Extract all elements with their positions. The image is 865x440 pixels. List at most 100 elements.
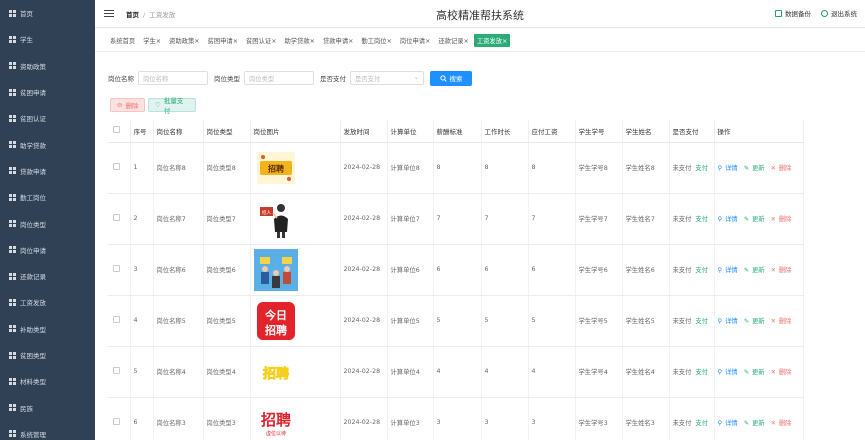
pay-link[interactable]: 支付	[695, 267, 708, 274]
sidebar-item[interactable]: 民族	[0, 394, 95, 420]
power-icon	[821, 9, 828, 17]
detail-button[interactable]: ⚲ 详情	[718, 165, 741, 172]
row-select[interactable]	[108, 193, 131, 245]
pay-link[interactable]: 支付	[695, 369, 708, 376]
delete-row-button[interactable]: ✕ 删除	[771, 369, 795, 376]
sidebar-item[interactable]: 贫困申请	[0, 79, 95, 105]
tag-item[interactable]: 岗位申请×	[397, 34, 433, 47]
sidebar-item[interactable]: 工资发放	[0, 289, 95, 315]
paid-select[interactable]: 是否支付 ⌄	[350, 71, 424, 85]
tag-item[interactable]: 系统首页	[107, 34, 138, 47]
search-button[interactable]: 搜索	[430, 70, 472, 86]
close-icon[interactable]: ×	[464, 38, 469, 45]
delete-row-button[interactable]: ✕ 删除	[771, 216, 795, 223]
tag-item[interactable]: 资助政策×	[166, 34, 202, 47]
checkbox[interactable]	[113, 418, 120, 425]
close-icon[interactable]: ×	[348, 38, 353, 45]
delete-row-button[interactable]: ✕ 删除	[771, 420, 795, 427]
tag-item[interactable]: 勤工岗位×	[358, 34, 394, 47]
tag-item[interactable]: 工资发放×	[473, 34, 511, 47]
close-icon[interactable]: ×	[310, 38, 315, 45]
tag-item[interactable]: 学生×	[140, 34, 164, 47]
close-icon[interactable]: ×	[156, 38, 161, 45]
close-icon[interactable]: ×	[425, 38, 430, 45]
close-icon[interactable]: ×	[502, 38, 507, 45]
tag-item[interactable]: 贫困认证×	[243, 34, 279, 47]
cell-hours: 4	[481, 346, 529, 398]
update-button[interactable]: ✎ 更新	[744, 318, 768, 325]
detail-button[interactable]: ⚲ 详情	[718, 216, 741, 223]
detail-button[interactable]: ⚲ 详情	[718, 420, 741, 427]
update-label: 更新	[752, 165, 765, 172]
checkbox[interactable]	[113, 126, 120, 134]
sidebar-item[interactable]: 岗位申请	[0, 237, 95, 263]
job-image[interactable]: 招聘	[254, 146, 298, 190]
menu-toggle-icon[interactable]	[104, 10, 114, 17]
update-button[interactable]: ✎ 更新	[744, 369, 768, 376]
detail-button[interactable]: ⚲ 详情	[718, 318, 741, 325]
checkbox[interactable]	[113, 265, 120, 272]
job-image[interactable]: 今日 招聘	[254, 299, 298, 343]
sidebar-item[interactable]: 贫困类型	[0, 342, 95, 368]
tag-item[interactable]: 贷款申请×	[320, 34, 356, 47]
update-button[interactable]: ✎ 更新	[744, 165, 768, 172]
edit-icon: ✎	[743, 267, 749, 274]
detail-button[interactable]: ⚲ 详情	[718, 267, 741, 274]
job-type-input[interactable]: 岗位类型	[244, 71, 314, 85]
row-select[interactable]	[108, 346, 131, 398]
checkbox[interactable]	[113, 316, 120, 323]
header-select-all[interactable]	[108, 120, 131, 143]
checkbox[interactable]	[113, 163, 120, 170]
sidebar-item[interactable]: 材料类型	[0, 368, 95, 394]
close-icon[interactable]: ×	[194, 38, 199, 45]
job-image[interactable]	[253, 248, 298, 292]
checkbox[interactable]	[113, 367, 120, 374]
delete-row-button[interactable]: ✕ 删除	[771, 165, 795, 172]
checkbox[interactable]	[113, 214, 120, 221]
sidebar-item[interactable]: 系统管理	[0, 421, 95, 440]
delete-row-button[interactable]: ✕ 删除	[771, 318, 795, 325]
tag-item[interactable]: 助学贷款×	[281, 34, 317, 47]
delete-button[interactable]: ⊖ 删除	[110, 98, 146, 112]
breadcrumb-current: 工资发放	[149, 10, 176, 19]
cell-sid: 学生学号3	[575, 397, 623, 440]
logout-button[interactable]: 退出系统	[821, 8, 857, 18]
close-icon[interactable]: ×	[387, 38, 392, 45]
tag-item[interactable]: 还款记录×	[435, 34, 471, 47]
delete-row-button[interactable]: ✕ 删除	[771, 267, 795, 274]
sidebar-item[interactable]: 学生	[0, 26, 95, 52]
update-button[interactable]: ✎ 更新	[744, 216, 768, 223]
tag-item[interactable]: 贫困申请×	[205, 34, 241, 47]
close-icon[interactable]: ×	[233, 38, 238, 45]
update-button[interactable]: ✎ 更新	[744, 420, 768, 427]
sidebar-item[interactable]: 还款记录	[0, 263, 95, 289]
row-select[interactable]	[108, 397, 131, 440]
sidebar-item[interactable]: 贷款申请	[0, 158, 95, 184]
sidebar-item[interactable]: 岗位类型	[0, 210, 95, 236]
pay-link[interactable]: 支付	[695, 420, 708, 427]
sidebar-item[interactable]: 勤工岗位	[0, 184, 95, 210]
sidebar-item[interactable]: 补助类型	[0, 316, 95, 342]
cell-type: 岗位类型3	[203, 397, 251, 440]
pay-link[interactable]: 支付	[695, 318, 708, 325]
detail-button[interactable]: ⚲ 详情	[718, 369, 741, 376]
sidebar-item[interactable]: 资助政策	[0, 53, 95, 79]
row-select[interactable]	[108, 295, 131, 347]
sidebar-item[interactable]: 贫困认证	[0, 105, 95, 131]
breadcrumb-home[interactable]: 首页	[126, 11, 139, 19]
pay-link[interactable]: 支付	[695, 216, 708, 223]
sidebar-item[interactable]: 助学贷款	[0, 131, 95, 157]
batch-pay-button[interactable]: ♡ 批量支付	[148, 97, 196, 115]
job-image[interactable]: 招聘	[254, 350, 298, 394]
cell-sname: 学生姓名3	[622, 397, 670, 440]
row-select[interactable]	[108, 142, 131, 194]
pay-link[interactable]: 支付	[695, 165, 708, 172]
row-select[interactable]	[108, 244, 131, 296]
backup-button[interactable]: 数据备份	[775, 8, 811, 18]
close-icon[interactable]: ×	[271, 38, 276, 45]
update-button[interactable]: ✎ 更新	[744, 267, 768, 274]
sidebar-item[interactable]: 首页	[0, 0, 95, 26]
job-name-input[interactable]: 岗位名称	[138, 71, 208, 85]
job-image[interactable]: 招人	[254, 197, 298, 241]
job-image[interactable]: 招聘 虚位以待	[253, 401, 298, 440]
